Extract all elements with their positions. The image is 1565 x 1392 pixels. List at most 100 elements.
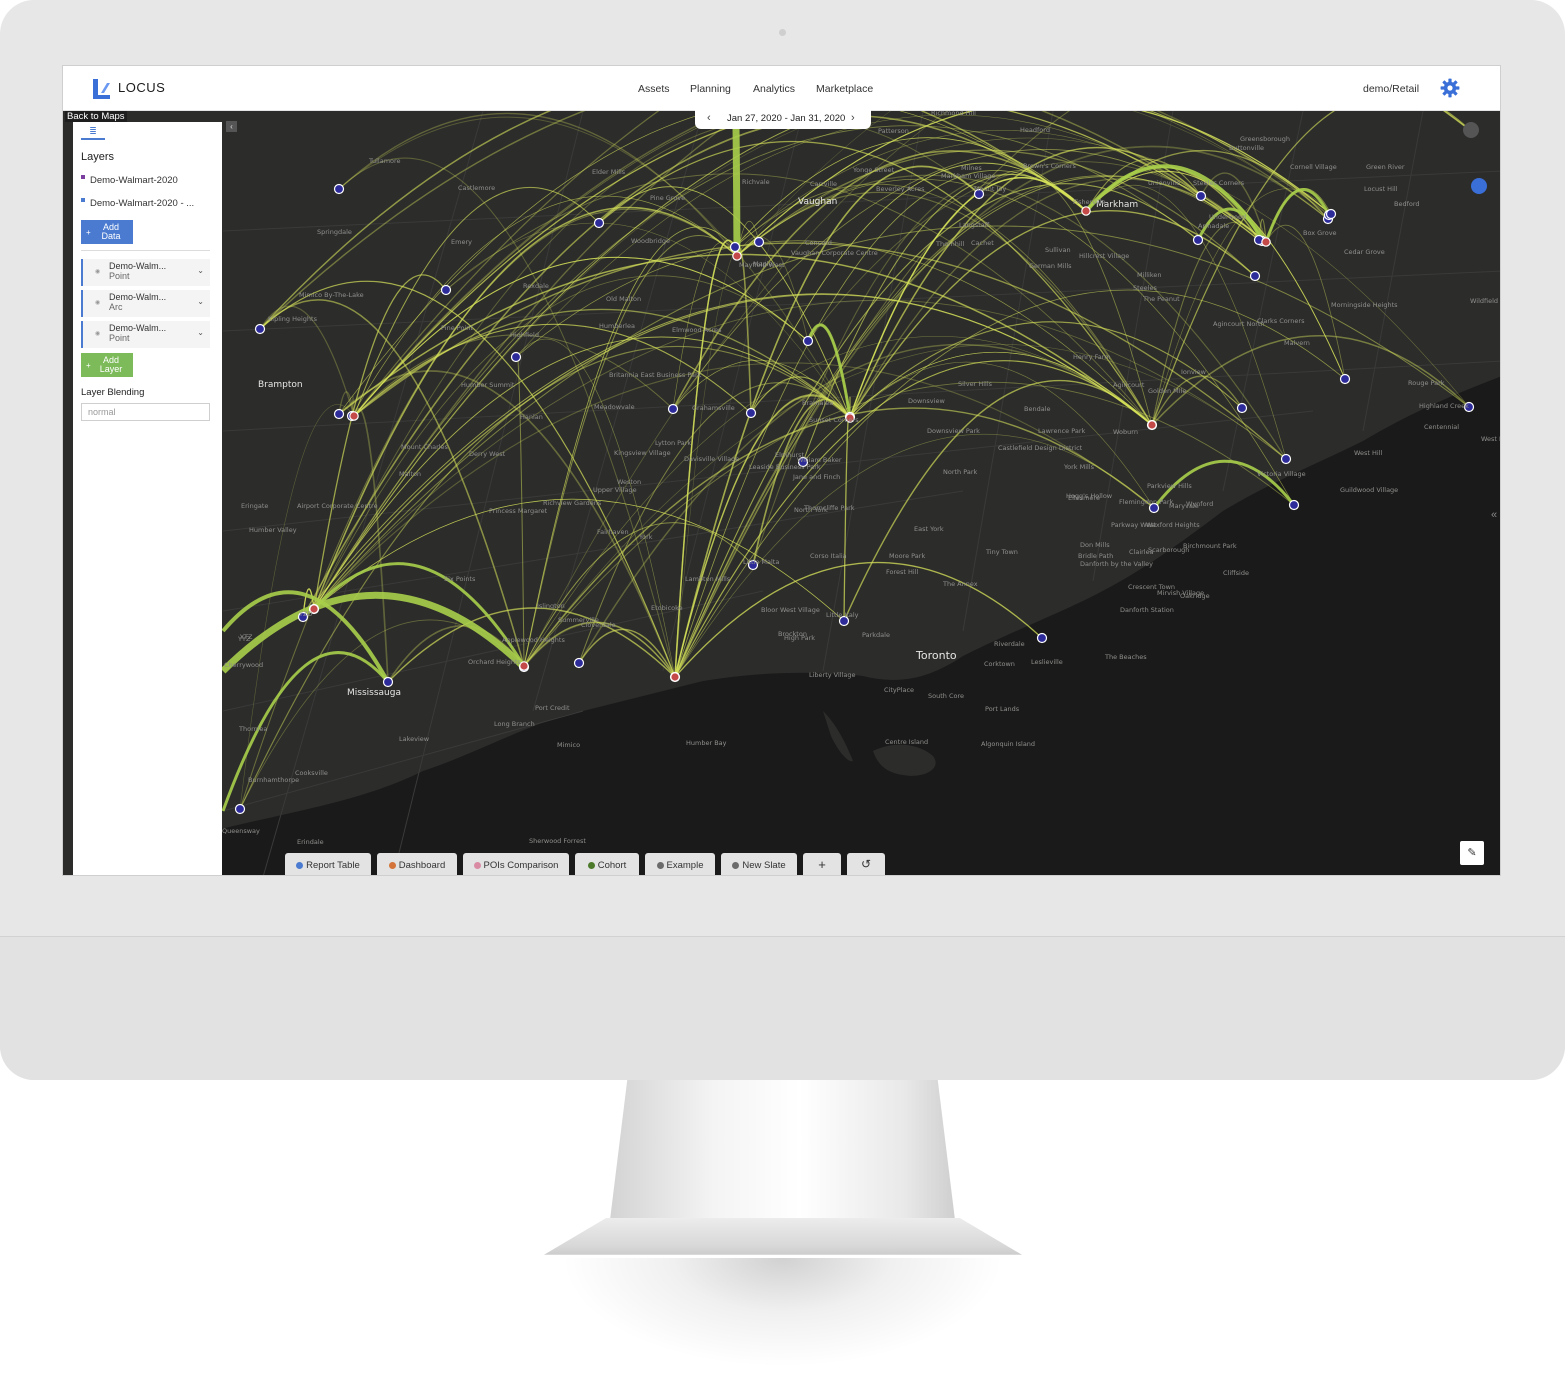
back-to-maps-link[interactable]: Back to Maps xyxy=(65,111,127,122)
poi-marker xyxy=(802,335,814,347)
expand-panel-icon[interactable]: « xyxy=(1491,509,1497,521)
place-label: Downsview Park xyxy=(927,427,980,435)
place-label: Sunset Corners xyxy=(809,416,859,424)
brand-name[interactable]: LOCUS xyxy=(118,80,165,95)
dataset-item[interactable]: Demo-Walmart-2020 - ... xyxy=(81,198,194,209)
map-svg[interactable]: Richmond HillVaughan MarkhamBramptonMissi… xyxy=(63,111,1501,876)
place-label: Armadale xyxy=(1198,222,1229,230)
place-label: Toronto xyxy=(915,649,957,662)
reset-icon[interactable]: ↺ xyxy=(847,853,885,875)
eye-icon[interactable]: ◉ xyxy=(95,330,100,337)
layer-item-point[interactable]: ◉ Demo-Walm... Point ⌄ xyxy=(81,321,210,348)
place-label: Burnhamthorpe xyxy=(248,776,299,784)
tab-dot-icon xyxy=(296,862,304,869)
place-label: Underwood xyxy=(1209,213,1246,221)
place-label: Malton xyxy=(399,470,421,478)
place-label: Leaside Business Park xyxy=(749,463,821,471)
place-label: Langstaff xyxy=(959,221,990,229)
chevron-down-icon[interactable]: ⌄ xyxy=(197,328,204,337)
store-marker xyxy=(349,411,359,421)
place-label: Humber Bay xyxy=(686,739,727,747)
place-label: East York xyxy=(914,525,944,533)
place-label: Greensborough xyxy=(1240,135,1290,143)
place-label: Tiny Town xyxy=(985,548,1018,556)
add-data-label: Add Data xyxy=(101,222,121,241)
place-label: Cedar Grove xyxy=(1344,248,1385,256)
layer-item-arc[interactable]: ◉ Demo-Walm... Arc ⌄ xyxy=(81,290,210,317)
add-data-button[interactable]: + Add Data xyxy=(81,220,133,244)
stand-shadow xyxy=(560,1258,1005,1368)
user-account[interactable]: demo/Retail xyxy=(1363,83,1419,95)
app-screen: LOCUS Assets Planning Analytics Marketpl… xyxy=(62,65,1501,876)
tab-example[interactable]: Example xyxy=(645,853,715,875)
flow-arc-major xyxy=(732,111,741,257)
place-label: Jane and Finch xyxy=(792,473,840,481)
place-label: YZD xyxy=(298,610,312,618)
place-label: Islington xyxy=(537,602,565,610)
place-label: Richvale xyxy=(742,178,770,186)
tab-dot-icon xyxy=(656,862,664,869)
tab-dot-icon xyxy=(388,862,396,869)
dataset-item[interactable]: Demo-Walmart-2020 xyxy=(81,175,178,186)
place-label: Woodbridge xyxy=(631,237,670,245)
layers-tab-icon[interactable]: ≣ xyxy=(81,126,105,140)
layer-blending-select[interactable]: normal xyxy=(81,403,210,421)
place-label: Leslieville xyxy=(1031,658,1063,666)
layer-item-point[interactable]: ◉ Demo-Walm... Point ⌄ xyxy=(81,259,210,286)
place-label: Davisville Village xyxy=(684,455,739,463)
gear-icon[interactable] xyxy=(1440,78,1460,98)
nav-marketplace[interactable]: Marketplace xyxy=(816,83,873,95)
place-label: German Mills xyxy=(1029,262,1072,270)
tab-pois-comparison[interactable]: POIs Comparison xyxy=(463,853,569,875)
flow-arc xyxy=(523,226,736,667)
nav-assets[interactable]: Assets xyxy=(638,83,670,95)
flow-arc xyxy=(843,379,1153,622)
tab-dashboard[interactable]: Dashboard xyxy=(377,853,457,875)
flow-arc xyxy=(239,404,355,810)
place-label: Mayfield West xyxy=(739,261,785,269)
add-layer-button[interactable]: + Add Layer xyxy=(81,353,133,377)
tab-new-slate[interactable]: New Slate xyxy=(721,853,797,875)
add-tab-button[interactable]: + xyxy=(803,853,841,875)
pencil-icon[interactable]: ✎ xyxy=(1460,841,1484,865)
poi-marker xyxy=(745,407,757,419)
date-range-label[interactable]: Jan 27, 2020 - Jan 31, 2020 xyxy=(727,113,845,124)
place-label: Pine Grove xyxy=(650,194,685,202)
place-label: Brown's Corners xyxy=(1023,162,1077,170)
eye-icon[interactable]: ◉ xyxy=(95,268,100,275)
tab-dot-icon xyxy=(473,862,481,869)
place-label: Springdale xyxy=(317,228,352,236)
prev-date-icon[interactable]: ‹ xyxy=(707,112,711,124)
tab-cohort[interactable]: Cohort xyxy=(575,853,639,875)
eye-icon[interactable]: ◉ xyxy=(95,299,100,306)
poi-marker xyxy=(1325,208,1337,220)
nav-planning[interactable]: Planning xyxy=(690,83,731,95)
next-date-icon[interactable]: › xyxy=(851,112,855,124)
place-label: Buttonville xyxy=(1229,144,1264,152)
place-label: Corktown xyxy=(984,660,1015,668)
date-range-picker[interactable]: ‹ Jan 27, 2020 - Jan 31, 2020 › xyxy=(695,109,871,129)
place-label: Mount Joy xyxy=(974,185,1006,193)
place-label: Weston xyxy=(617,478,641,486)
place-label: Six Points xyxy=(444,575,476,583)
place-label: The Annex xyxy=(942,580,978,588)
store-marker xyxy=(732,251,742,261)
tab-report-table[interactable]: Report Table xyxy=(285,853,371,875)
chevron-down-icon[interactable]: ⌄ xyxy=(197,266,204,275)
layers-toggle-icon[interactable] xyxy=(1463,122,1479,138)
place-label: Steeles Corners xyxy=(1193,179,1245,187)
locus-logo-icon[interactable] xyxy=(93,79,111,99)
layer-label: Demo-Walm... Arc xyxy=(109,292,167,312)
nav-analytics[interactable]: Analytics xyxy=(753,83,795,95)
place-label: Thornlea xyxy=(238,725,268,733)
chevron-down-icon[interactable]: ⌄ xyxy=(197,297,204,306)
map-canvas[interactable]: Richmond Hill Vaughan Markham Brampton Missi… xyxy=(63,111,1501,876)
place-label: Milnes xyxy=(961,164,982,172)
place-label: Cherrywood xyxy=(224,661,263,669)
place-label: Carrville xyxy=(810,180,837,188)
place-label: Forest Hill xyxy=(886,568,919,576)
place-label: Agincourt xyxy=(1113,381,1145,389)
place-label: Humber Valley xyxy=(249,526,297,534)
save-icon[interactable] xyxy=(1471,178,1487,194)
collapse-panel-icon[interactable]: ‹ xyxy=(226,121,237,132)
